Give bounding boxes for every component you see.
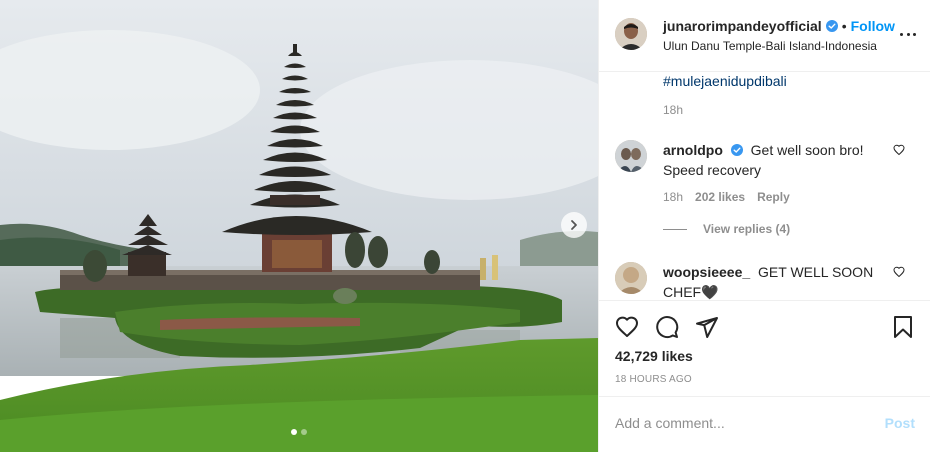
like-comment-heart-icon[interactable] [893,144,905,156]
person-photo-icon [615,262,647,294]
verified-badge-icon [730,144,743,156]
post-timestamp[interactable]: 18 HOURS AGO [615,374,692,385]
post-photo[interactable] [0,0,598,452]
next-photo-button[interactable] [561,212,587,238]
save-bookmark-icon[interactable] [891,315,915,339]
carousel-indicator [0,429,598,435]
chevron-right-icon [571,220,577,230]
dot [913,32,916,36]
author-username[interactable]: junarorimpandeyofficial [663,18,822,34]
header-separator: • [841,18,847,34]
more-options-icon[interactable] [900,26,916,42]
view-replies-button[interactable]: View replies (4) [663,222,790,236]
reply-button[interactable]: Reply [757,190,790,204]
comment-timestamp[interactable]: 18h [663,190,683,204]
post-actions: 42,729 likes 18 HOURS AGO [599,300,930,396]
verified-badge-icon [825,20,838,32]
like-heart-icon[interactable] [615,315,639,339]
person-photo-icon [615,18,647,50]
post-comment-button[interactable]: Post [885,415,915,431]
comment-text: arnoldpo Get well soon bro! Speed recove… [663,140,883,180]
comment-likes[interactable]: 202 likes [695,190,745,204]
person-photo-icon [615,140,647,172]
replies-line [663,228,687,230]
share-paper-plane-icon[interactable] [695,315,719,339]
post-details-panel: junarorimpandeyofficial • Follow Ulun Da… [598,0,930,452]
comment-input[interactable] [615,414,865,432]
author-avatar[interactable] [615,18,647,50]
commenter-username[interactable]: arnoldpo [663,142,723,158]
commenter-avatar[interactable] [615,140,647,172]
action-icons [615,315,719,339]
comment-text: woopsieeee_ GET WELL SOON CHEF🖤 [663,262,883,300]
post-header: junarorimpandeyofficial • Follow Ulun Da… [599,0,930,72]
commenter-username[interactable]: woopsieeee_ [663,264,750,280]
carousel-dot-active [291,429,297,435]
caption-timestamp[interactable]: 18h [663,103,683,117]
view-replies-label: View replies (4) [703,222,791,236]
likes-count[interactable]: 42,729 likes [615,348,693,364]
temple-photo [0,0,598,452]
commenter-avatar[interactable] [615,262,647,294]
comments-list[interactable]: #mulejaenidupdibali 18h arnoldpo Get wel… [599,72,930,300]
dot [906,32,910,36]
comment-bubble-icon[interactable] [655,315,679,339]
follow-button[interactable]: Follow [851,18,895,34]
like-comment-heart-icon[interactable] [893,266,905,278]
post-location[interactable]: Ulun Danu Temple-Bali Island-Indonesia [663,39,877,53]
add-comment-bar: Post [599,396,930,452]
comment-meta: 18h 202 likes Reply [663,190,790,204]
caption-hashtag[interactable]: #mulejaenidupdibali [663,73,787,89]
dot [900,32,903,36]
carousel-dot [301,429,307,435]
